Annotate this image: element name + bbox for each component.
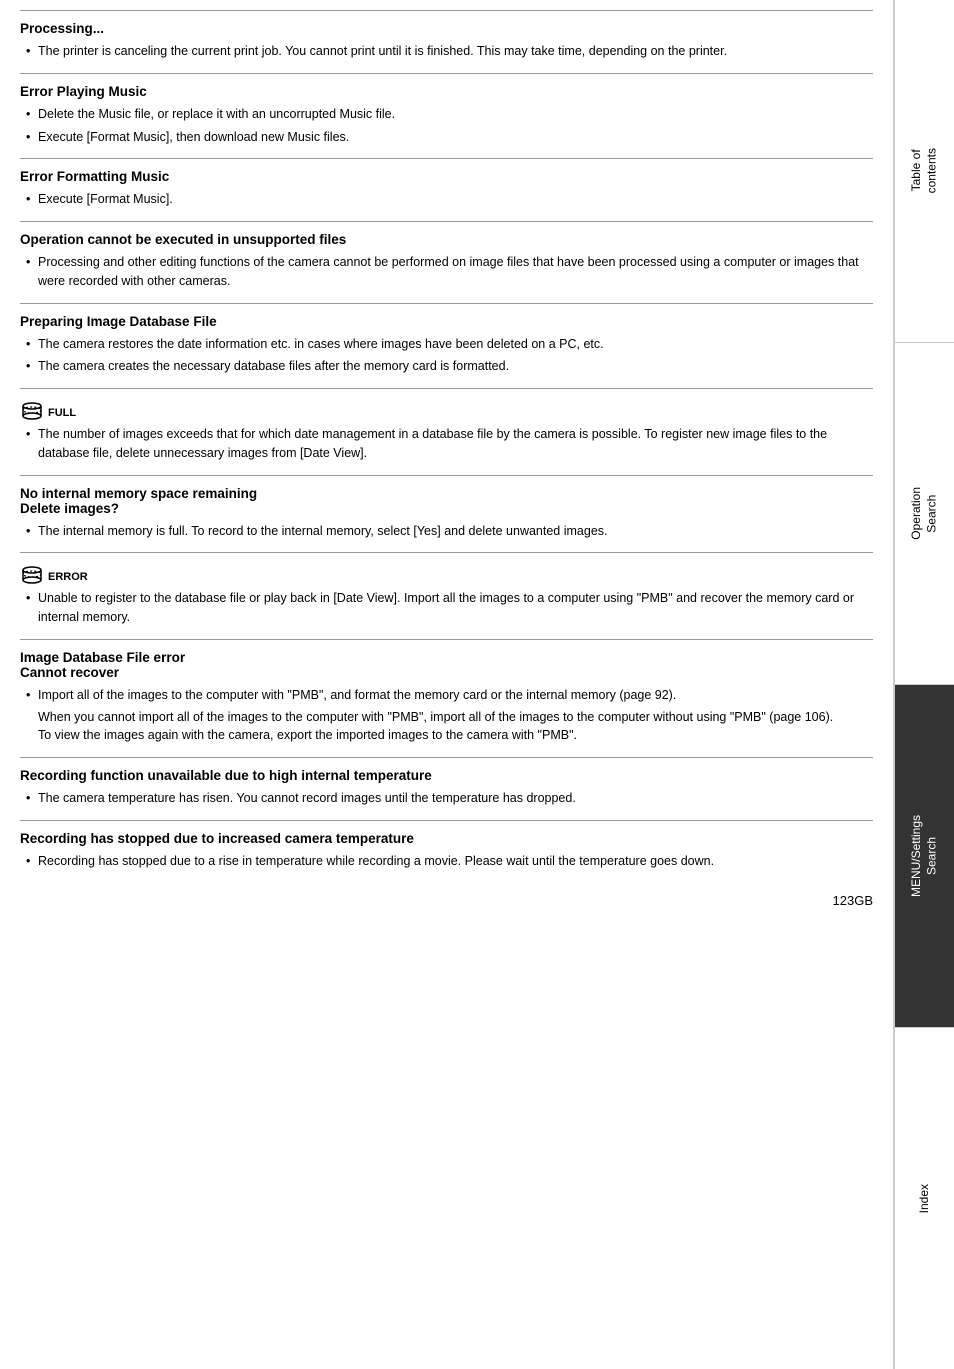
section-title-error-formatting-music: Error Formatting Music — [20, 169, 873, 184]
section-image-db-error: Image Database File errorCannot recover … — [20, 639, 873, 757]
bullet-item: Import all of the images to the computer… — [20, 686, 873, 745]
bullet-item: Processing and other editing functions o… — [20, 253, 873, 291]
bullet-list-db-error: Unable to register to the database file … — [20, 589, 873, 627]
page-number-area: 123GB — [20, 883, 873, 908]
section-recording-unavailable: Recording function unavailable due to hi… — [20, 757, 873, 820]
section-no-internal-memory: No internal memory space remainingDelete… — [20, 475, 873, 553]
sidebar-label-menu-settings-search: MENU/SettingsSearch — [909, 815, 940, 897]
section-error-playing-music: Error Playing Music Delete the Music fil… — [20, 73, 873, 159]
bullet-item: The number of images exceeds that for wh… — [20, 425, 873, 463]
bullet-item: Delete the Music file, or replace it wit… — [20, 105, 873, 124]
bullet-list-error-formatting-music: Execute [Format Music]. — [20, 190, 873, 209]
db-error-label: ERROR — [48, 571, 88, 583]
sub-bullet-2: To view the images again with the camera… — [38, 726, 873, 745]
sidebar-item-operation-search[interactable]: OperationSearch — [895, 343, 954, 686]
section-title-recording-stopped: Recording has stopped due to increased c… — [20, 831, 873, 846]
section-db-error: ERROR Unable to register to the database… — [20, 552, 873, 639]
db-full-icon — [20, 401, 48, 423]
bullet-list-image-db-error: Import all of the images to the computer… — [20, 686, 873, 745]
bullet-list-operation-unsupported: Processing and other editing functions o… — [20, 253, 873, 291]
section-recording-stopped: Recording has stopped due to increased c… — [20, 820, 873, 883]
section-error-formatting-music: Error Formatting Music Execute [Format M… — [20, 158, 873, 221]
bullet-list-no-internal-memory: The internal memory is full. To record t… — [20, 522, 873, 541]
bullet-list-preparing-image-db: The camera restores the date information… — [20, 335, 873, 377]
section-processing: Processing... The printer is canceling t… — [20, 10, 873, 73]
section-title-recording-unavailable: Recording function unavailable due to hi… — [20, 768, 873, 783]
bullet-item: Unable to register to the database file … — [20, 589, 873, 627]
db-error-icon-wrap: ERROR — [20, 565, 873, 587]
sidebar-label-table-of-contents: Table ofcontents — [909, 148, 940, 193]
db-full-label: FULL — [48, 407, 76, 419]
page-number: 123GB — [833, 893, 873, 908]
bullet-item: The printer is canceling the current pri… — [20, 42, 873, 61]
section-title-error-playing-music: Error Playing Music — [20, 84, 873, 99]
sidebar-label-index: Index — [917, 1184, 933, 1213]
section-title-image-db-error: Image Database File errorCannot recover — [20, 650, 873, 680]
sub-bullet-1: When you cannot import all of the images… — [38, 708, 873, 727]
bullet-list-recording-stopped: Recording has stopped due to a rise in t… — [20, 852, 873, 871]
bullet-list-processing: The printer is canceling the current pri… — [20, 42, 873, 61]
sidebar: Table ofcontents OperationSearch MENU/Se… — [894, 0, 954, 1369]
section-title-operation-unsupported: Operation cannot be executed in unsuppor… — [20, 232, 873, 247]
bullet-item: Recording has stopped due to a rise in t… — [20, 852, 873, 871]
section-operation-unsupported: Operation cannot be executed in unsuppor… — [20, 221, 873, 303]
bullet-item: The internal memory is full. To record t… — [20, 522, 873, 541]
section-preparing-image-db: Preparing Image Database File The camera… — [20, 303, 873, 389]
db-full-icon-wrap: FULL — [20, 401, 873, 423]
bullet-list-db-full: The number of images exceeds that for wh… — [20, 425, 873, 463]
section-title-processing: Processing... — [20, 21, 873, 36]
main-content: Processing... The printer is canceling t… — [0, 0, 894, 1369]
section-db-full: FULL The number of images exceeds that f… — [20, 388, 873, 475]
db-error-icon — [20, 565, 48, 587]
bullet-item: Execute [Format Music], then download ne… — [20, 128, 873, 147]
sidebar-label-operation-search: OperationSearch — [909, 487, 940, 540]
bullet-list-error-playing-music: Delete the Music file, or replace it wit… — [20, 105, 873, 147]
sidebar-item-index[interactable]: Index — [895, 1028, 954, 1369]
bullet-item: The camera temperature has risen. You ca… — [20, 789, 873, 808]
sidebar-item-menu-settings-search[interactable]: MENU/SettingsSearch — [895, 685, 954, 1028]
bullet-item: Execute [Format Music]. — [20, 190, 873, 209]
bullet-item: The camera creates the necessary databas… — [20, 357, 873, 376]
section-title-no-internal-memory: No internal memory space remainingDelete… — [20, 486, 873, 516]
section-title-preparing-image-db: Preparing Image Database File — [20, 314, 873, 329]
bullet-item: The camera restores the date information… — [20, 335, 873, 354]
bullet-list-recording-unavailable: The camera temperature has risen. You ca… — [20, 789, 873, 808]
sidebar-item-table-of-contents[interactable]: Table ofcontents — [895, 0, 954, 343]
